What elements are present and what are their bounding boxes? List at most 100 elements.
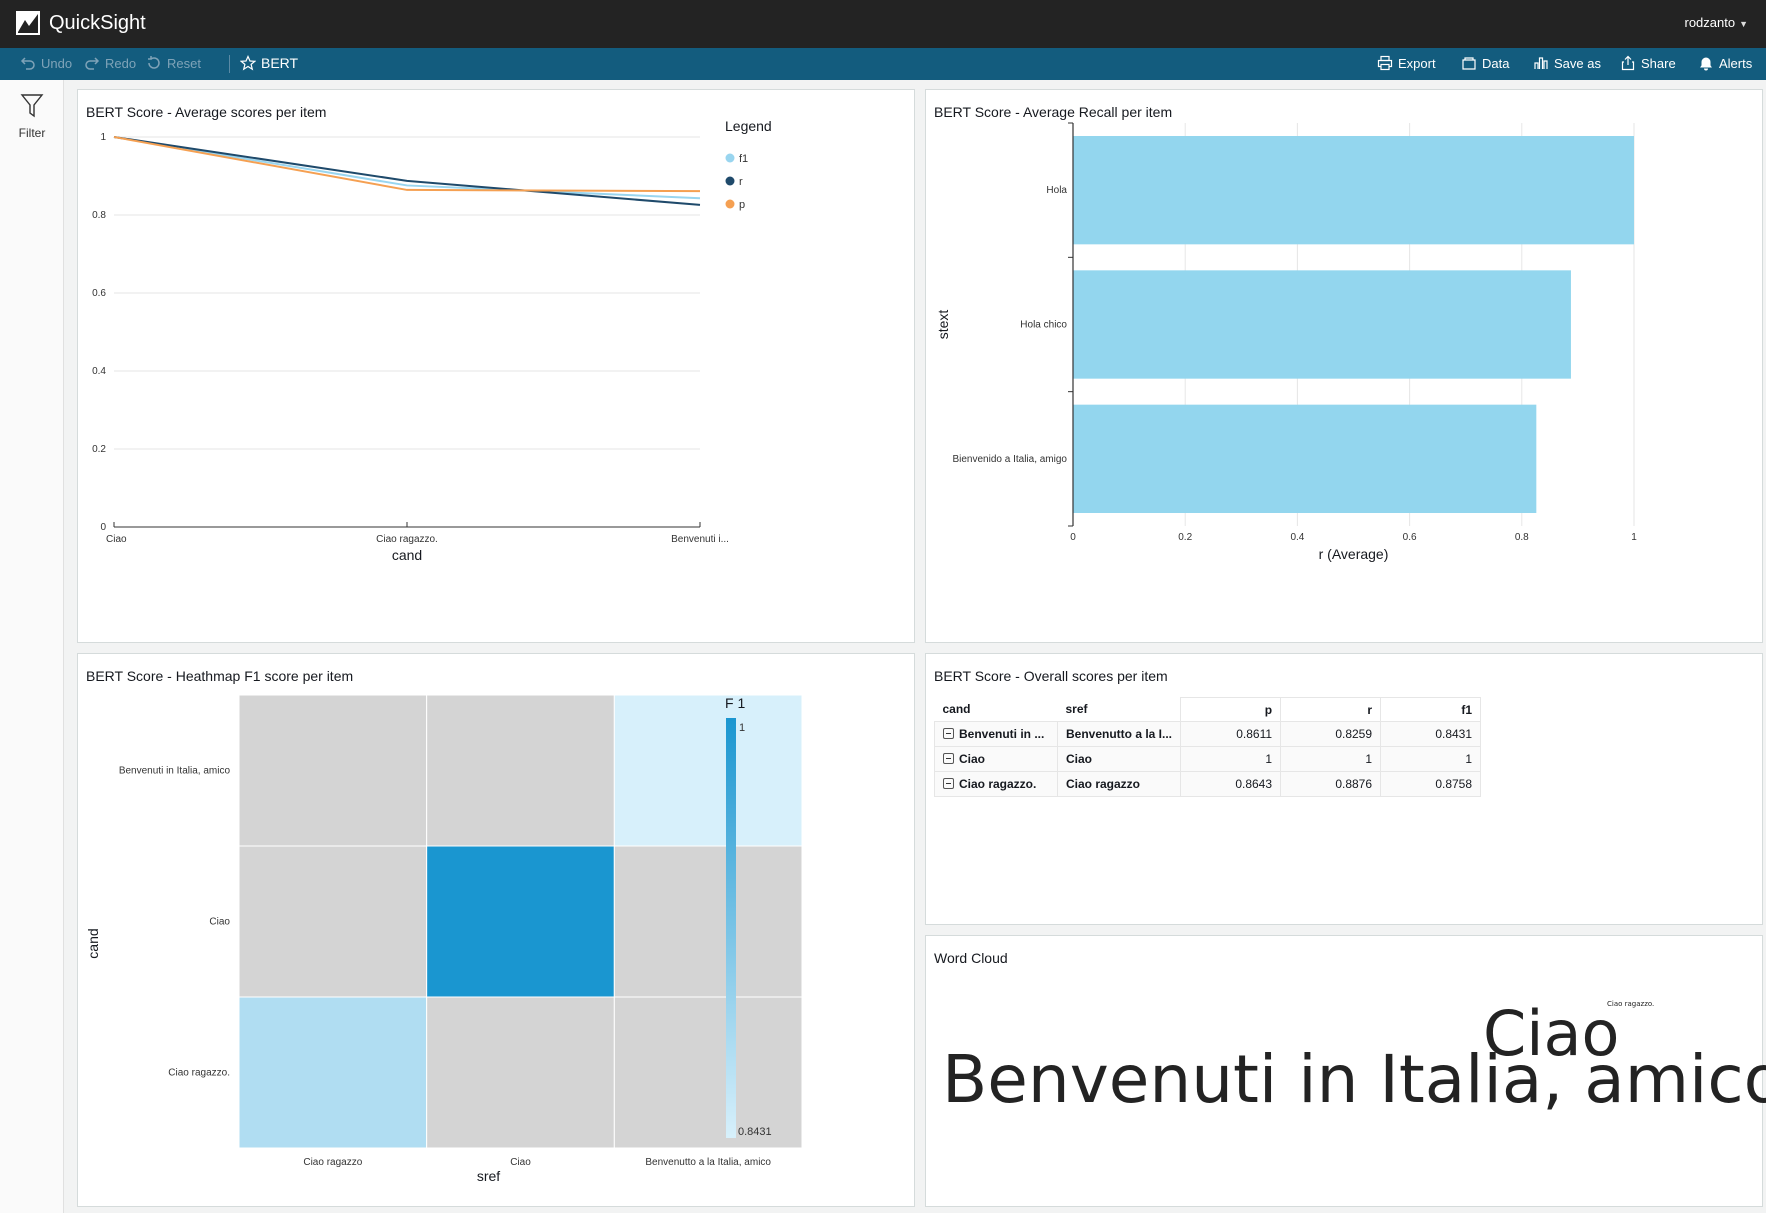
analysis-toolbar: Undo Redo Reset BERT Export Data Save as… (0, 48, 1766, 80)
word-cloud-word[interactable]: Benvenuti in Italia, amico (942, 1047, 1766, 1113)
x-axis-title: cand (392, 547, 422, 563)
x-tick-label: Ciao ragazzo (303, 1157, 362, 1168)
bell-icon (1700, 57, 1712, 71)
line-chart[interactable]: 0 0.2 0.4 0.6 0.8 1 Ciao Ciao ragazzo. Benvenuti… (78, 90, 916, 644)
user-menu[interactable]: rodzanto ▼ (1684, 15, 1748, 30)
word-cloud-word[interactable]: Ciao ragazzo. (1607, 1001, 1654, 1008)
heatmap-cell (613, 845, 803, 998)
share-button[interactable]: Share (1620, 55, 1676, 71)
heatmap-chart[interactable]: Benvenuti in Italia, amico Ciao Ciao ragaz… (78, 654, 916, 1208)
color-scale-bar (726, 718, 736, 1138)
y-tick-label: Hola chico (1020, 320, 1067, 331)
top-bar: QuickSight rodzanto ▼ (0, 0, 1766, 48)
table-cell-sref[interactable]: Ciao (1056, 746, 1182, 772)
user-name: rodzanto (1684, 15, 1736, 30)
x-tick-label: Ciao (106, 534, 127, 545)
filter-button[interactable]: Filter (12, 92, 52, 140)
table-cell-cand[interactable]: Ciao ragazzo. (934, 771, 1058, 797)
cand-value: Ciao ragazzo. (959, 777, 1037, 791)
scores-table-visual[interactable]: BERT Score - Overall scores per item can… (925, 653, 1763, 925)
column-header-cand[interactable]: cand (934, 697, 1058, 722)
column-header-r[interactable]: r (1280, 697, 1382, 722)
undo-button[interactable]: Undo (20, 55, 72, 71)
analysis-name: BERT (261, 55, 299, 71)
heatmap-cell (426, 694, 615, 847)
legend-swatch (725, 199, 735, 209)
redo-button[interactable]: Redo (84, 55, 136, 71)
table-cell-p[interactable]: 0.8611 (1180, 721, 1282, 747)
collapse-icon[interactable] (943, 778, 954, 789)
reset-button[interactable]: Reset (146, 55, 201, 71)
legend-swatch (725, 153, 735, 163)
collapse-icon[interactable] (943, 728, 954, 739)
y-tick-label: Ciao ragazzo. (168, 1068, 230, 1079)
export-label: Export (1398, 55, 1436, 71)
x-tick-label: 0.2 (1178, 532, 1192, 543)
export-button[interactable]: Export (1377, 55, 1436, 71)
quicksight-logo-icon (16, 11, 40, 35)
table-row: Ciao ragazzo. Ciao ragazzo 0.8643 0.8876… (934, 771, 1482, 797)
table-cell-r[interactable]: 1 (1280, 746, 1382, 772)
quicksight-logo[interactable]: QuickSight (15, 10, 146, 36)
visual-title: Word Cloud (934, 950, 1008, 966)
word-cloud-word[interactable]: Ciao (1483, 1003, 1619, 1065)
analysis-title[interactable]: BERT (240, 55, 298, 71)
alerts-button[interactable]: Alerts (1698, 55, 1752, 71)
star-icon[interactable] (240, 55, 256, 71)
bar (1073, 404, 1537, 513)
legend-title: Legend (725, 118, 772, 134)
table-cell-sref[interactable]: Ciao ragazzo (1056, 771, 1182, 797)
column-header-p[interactable]: p (1180, 697, 1282, 722)
table-cell-r[interactable]: 0.8876 (1280, 771, 1382, 797)
alerts-label: Alerts (1719, 55, 1753, 71)
table-cell-f1[interactable]: 0.8758 (1380, 771, 1482, 797)
data-button[interactable]: Data (1461, 55, 1509, 71)
collapse-icon[interactable] (943, 753, 954, 764)
y-tick-label: 0 (100, 522, 106, 533)
table-cell-cand[interactable]: Benvenuti in ... (934, 721, 1058, 747)
x-tick-label: Ciao ragazzo. (376, 534, 438, 545)
word-cloud-visual[interactable]: Word Cloud Benvenuti in Italia, amico Ci… (925, 935, 1766, 1207)
series-line-p (113, 136, 701, 193)
filter-sidebar: Filter (0, 80, 64, 1213)
x-tick-label: 0 (1070, 532, 1076, 543)
table-cell-cand[interactable]: Ciao (934, 746, 1058, 772)
legend-item-f1: f1 (739, 153, 748, 165)
recall-bar-chart-visual[interactable]: BERT Score - Average Recall per item 0 0.… (925, 89, 1763, 643)
undo-label: Undo (41, 55, 73, 71)
bar-chart[interactable]: 0 0.2 0.4 0.6 0.8 1 Hola Hola chico Bienvenido a… (926, 90, 1764, 644)
save-as-label: Save as (1554, 55, 1601, 71)
undo-icon (20, 57, 35, 70)
table-header-row: cand sref p r f1 (934, 697, 1482, 722)
heatmap-cell (238, 845, 428, 998)
table-cell-p[interactable]: 1 (1180, 746, 1282, 772)
table-cell-f1[interactable]: 0.8431 (1380, 721, 1482, 747)
y-tick-label: 1 (100, 132, 106, 143)
color-scale-max-label: 1 (739, 722, 745, 734)
line-chart-visual[interactable]: BERT Score - Average scores per item 0 0.… (77, 89, 915, 643)
table-cell-p[interactable]: 0.8643 (1180, 771, 1282, 797)
y-tick-label: 0.8 (92, 210, 106, 221)
save-as-button[interactable]: Save as (1533, 55, 1601, 71)
x-tick-label: Ciao (510, 1157, 531, 1168)
table-row: Ciao Ciao 1 1 1 (934, 746, 1482, 772)
table-cell-r[interactable]: 0.8259 (1280, 721, 1382, 747)
table-cell-f1[interactable]: 1 (1380, 746, 1482, 772)
x-tick-label: Benvenutto a la Italia, amico (645, 1157, 771, 1168)
app-name: QuickSight (49, 11, 146, 34)
redo-label: Redo (105, 55, 137, 71)
table-cell-sref[interactable]: Benvenutto a la I... (1056, 721, 1182, 747)
heatmap-visual[interactable]: BERT Score - Heathmap F1 score per item … (77, 653, 915, 1207)
x-axis-title: r (Average) (1319, 546, 1389, 562)
y-axis-title: cand (85, 928, 101, 958)
x-tick-label: 0.6 (1403, 532, 1417, 543)
column-header-f1[interactable]: f1 (1380, 697, 1482, 722)
scores-table: cand sref p r f1 Benvenuti in ... Benven… (934, 697, 1482, 797)
column-header-sref[interactable]: sref (1057, 697, 1181, 722)
y-tick-label: Hola (1046, 185, 1067, 196)
y-tick-label: Bienvenido a Italia, amigo (952, 454, 1067, 465)
x-tick-label: 0.4 (1290, 532, 1304, 543)
legend-item-p: p (739, 199, 745, 211)
color-scale-min-label: 0.8431 (738, 1126, 772, 1138)
reset-icon (148, 56, 160, 69)
